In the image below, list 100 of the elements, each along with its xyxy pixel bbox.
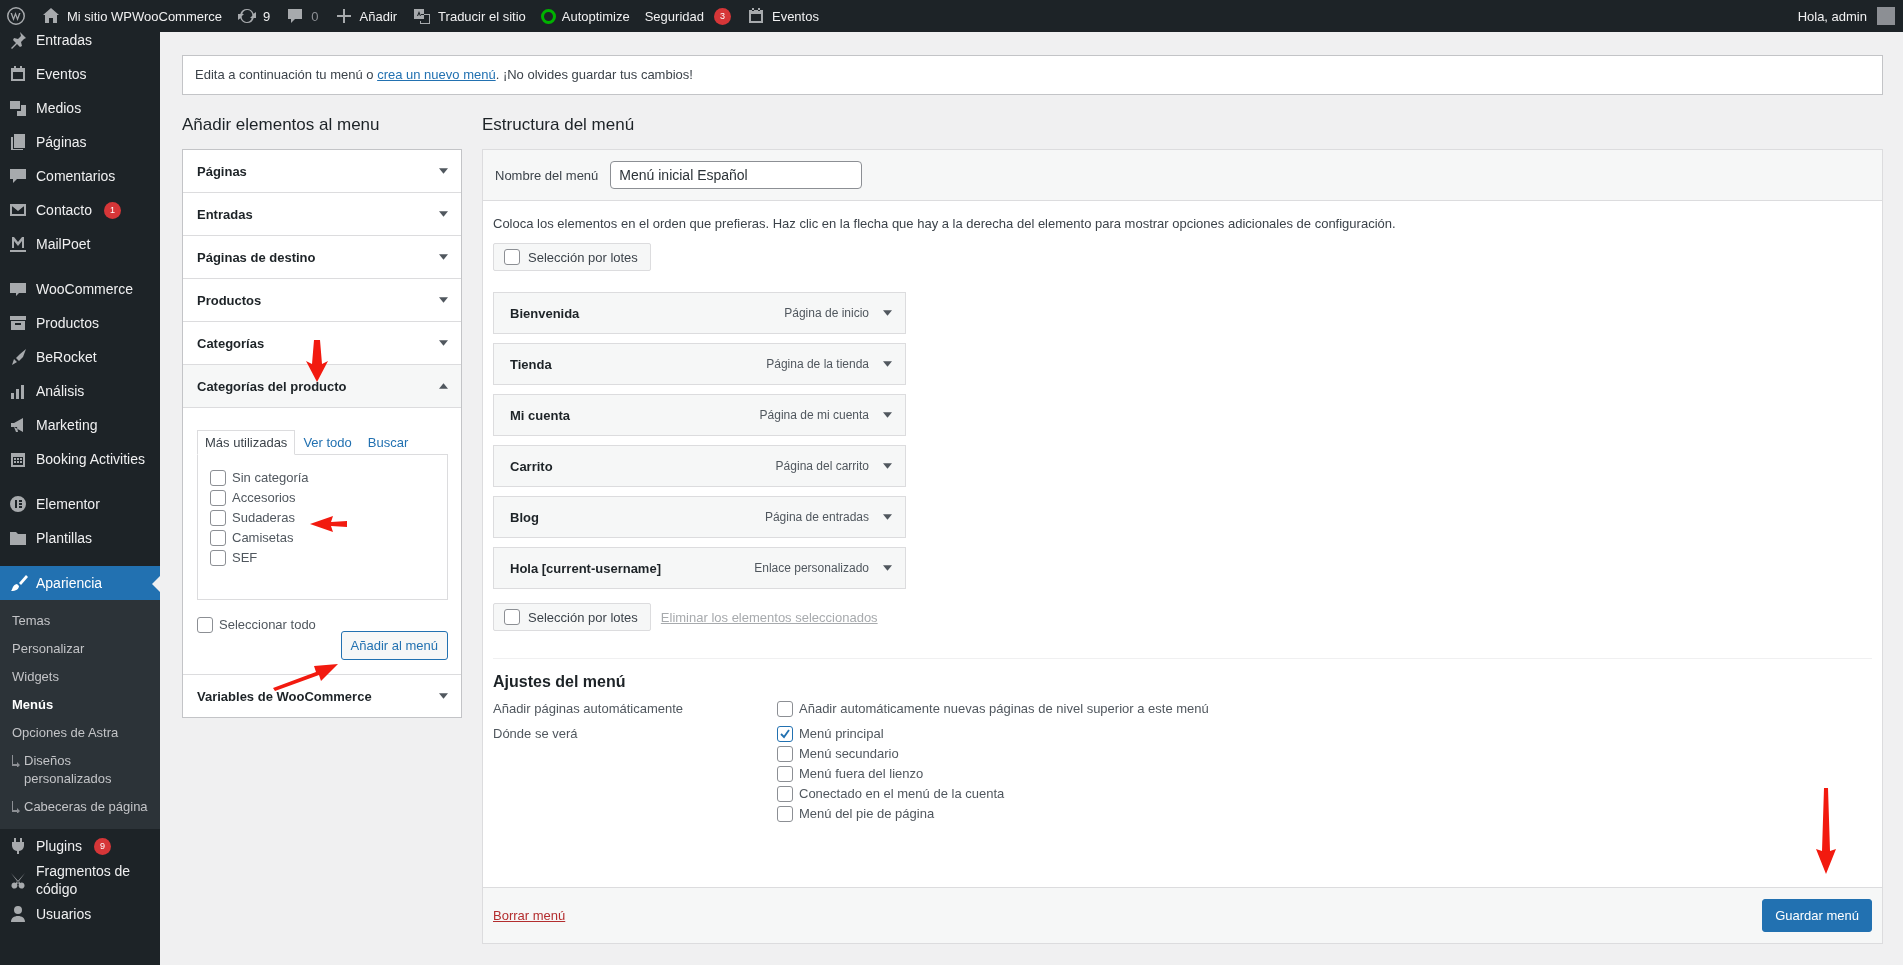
tab[interactable]: Más utilizadas xyxy=(197,430,296,455)
translate-link[interactable]: Traducir el sitio xyxy=(412,6,526,26)
checkbox[interactable] xyxy=(777,786,793,802)
checkbox[interactable] xyxy=(777,726,793,742)
site-link[interactable]: Mi sitio WPWooCommerce xyxy=(41,6,223,26)
sidebar-item[interactable]: BeRocket xyxy=(0,340,160,374)
annotation-arrow xyxy=(273,664,338,691)
menu-item-bar[interactable]: Carrito Página del carrito xyxy=(493,445,906,487)
sidebar-item[interactable]: Eventos xyxy=(0,57,160,91)
checkbox-label: Sudaderas xyxy=(232,509,295,527)
sidebar-item[interactable]: Medios xyxy=(0,91,160,125)
accordion-header[interactable]: Categorías del producto xyxy=(183,365,461,408)
sidebar-item[interactable]: Plugins 9 xyxy=(0,829,160,863)
sidebar-item[interactable]: Marketing xyxy=(0,408,160,442)
setting-label: Dónde se verá xyxy=(493,725,579,743)
optimizer-link[interactable]: Autoptimize xyxy=(540,8,630,24)
archive-box-icon xyxy=(8,313,28,333)
menu-item-bar[interactable]: Blog Página de entradas xyxy=(493,496,906,538)
caret-down-icon[interactable] xyxy=(883,361,892,367)
submenu-item[interactable]: Widgets xyxy=(0,663,160,691)
caret-down-icon xyxy=(439,168,448,174)
menu-item-bar[interactable]: Bienvenida Página de inicio xyxy=(493,292,906,334)
checkbox[interactable] xyxy=(777,701,793,717)
submenu-item[interactable]: Menús xyxy=(0,691,160,719)
accordion-header[interactable]: Productos xyxy=(183,279,461,322)
notification-count: 3 xyxy=(713,7,731,25)
checkbox[interactable] xyxy=(210,550,226,566)
menu-item-bar[interactable]: Tienda Página de la tienda xyxy=(493,343,906,385)
checkbox-label: Menú principal xyxy=(799,725,884,743)
menu-item-type: Página de inicio xyxy=(784,306,869,320)
checkbox-label: Sin categoría xyxy=(232,469,309,487)
submenu-item[interactable]: Opciones de Astra xyxy=(0,719,160,747)
checkbox-label: Seleccionar todo xyxy=(219,616,316,634)
caret-down-icon[interactable] xyxy=(883,514,892,520)
accordion-header[interactable]: Variables de WooCommerce xyxy=(183,675,461,717)
refresh-icon xyxy=(237,6,258,26)
indent-arrow-icon xyxy=(12,801,20,813)
sidebar-item[interactable]: Páginas xyxy=(0,125,160,159)
checkbox[interactable] xyxy=(777,746,793,762)
events-link[interactable]: Eventos xyxy=(745,6,819,26)
delete-menu-link[interactable]: Borrar menú xyxy=(493,908,566,923)
menu-item-bar[interactable]: Hola [current-username] Enlace personalizado xyxy=(493,547,906,589)
accordion-header[interactable]: Páginas de destino xyxy=(183,236,461,279)
sidebar-item[interactable]: WooCommerce xyxy=(0,272,160,306)
new-content-link[interactable]: Añadir xyxy=(333,6,398,26)
create-menu-link[interactable]: crea un nuevo menú xyxy=(377,67,496,82)
m-logo-icon xyxy=(8,234,28,254)
submenu-item[interactable]: Cabeceras de página xyxy=(20,793,160,821)
menu-item-title: Carrito xyxy=(510,458,554,474)
menu-item-bar[interactable]: Mi cuenta Página de mi cuenta xyxy=(493,394,906,436)
user-icon xyxy=(8,904,28,924)
save-menu-button[interactable]: Guardar menú xyxy=(1762,899,1872,932)
bulk-select-toggle[interactable]: Selección por lotes xyxy=(493,603,651,631)
checkbox[interactable] xyxy=(210,490,226,506)
sidebar-item[interactable]: Apariencia xyxy=(0,566,160,600)
indent-arrow-icon xyxy=(12,755,20,767)
caret-up-icon xyxy=(439,383,448,389)
brush-icon xyxy=(8,573,28,593)
tab[interactable]: Buscar xyxy=(359,430,417,455)
sidebar-item[interactable]: Productos xyxy=(0,306,160,340)
sidebar-item[interactable]: Plantillas xyxy=(0,521,160,555)
caret-down-icon[interactable] xyxy=(883,565,892,571)
menu-name-field[interactable]: Menú inicial Español xyxy=(610,161,863,189)
comments-link[interactable]: 0 xyxy=(285,6,319,26)
sidebar-item[interactable]: Contacto 1 xyxy=(0,193,160,227)
submenu-item[interactable]: Temas xyxy=(0,607,160,635)
menu-item-type: Página del carrito xyxy=(775,459,869,473)
checkbox[interactable] xyxy=(197,617,213,633)
sidebar-item[interactable]: Análisis xyxy=(0,374,160,408)
submenu-item[interactable]: Diseños personalizados xyxy=(20,747,160,793)
section-heading: Estructura del menú xyxy=(482,114,636,136)
wordpress-logo-icon[interactable] xyxy=(6,6,26,26)
sidebar-item[interactable]: Elementor xyxy=(0,487,160,521)
tab[interactable]: Ver todo xyxy=(295,430,360,455)
checkbox[interactable] xyxy=(777,766,793,782)
bulk-select-toggle[interactable]: Selección por lotes xyxy=(493,243,651,271)
account-menu[interactable]: Hola, admin xyxy=(1797,7,1895,25)
caret-down-icon[interactable] xyxy=(883,310,892,316)
checkbox[interactable] xyxy=(210,510,226,526)
caret-down-icon[interactable] xyxy=(883,463,892,469)
sidebar-item[interactable]: Usuarios xyxy=(0,897,160,931)
translate-icon xyxy=(412,6,433,26)
field-label: Nombre del menú xyxy=(495,167,599,183)
sidebar-item[interactable]: Comentarios xyxy=(0,159,160,193)
accordion-header[interactable]: Páginas xyxy=(183,150,461,193)
checkbox[interactable] xyxy=(777,806,793,822)
sidebar-item[interactable]: MailPoet xyxy=(0,227,160,261)
updates-link[interactable]: 9 xyxy=(237,6,271,26)
add-to-menu-button[interactable]: Añadir al menú xyxy=(340,631,448,660)
sidebar-item[interactable]: Fragmentos de código xyxy=(0,863,160,897)
checkbox-label: Añadir automáticamente nuevas páginas de nivel superior a este menú xyxy=(799,700,1209,718)
accordion-header[interactable]: Entradas xyxy=(183,193,461,236)
caret-down-icon[interactable] xyxy=(883,412,892,418)
security-link[interactable]: Seguridad 3 xyxy=(644,7,731,25)
media-icon xyxy=(8,98,28,118)
sidebar-item[interactable]: Booking Activities xyxy=(0,442,160,476)
checkbox[interactable] xyxy=(210,470,226,486)
submenu-item[interactable]: Personalizar xyxy=(0,635,160,663)
sidebar-item[interactable]: Entradas xyxy=(0,32,160,57)
checkbox[interactable] xyxy=(210,530,226,546)
